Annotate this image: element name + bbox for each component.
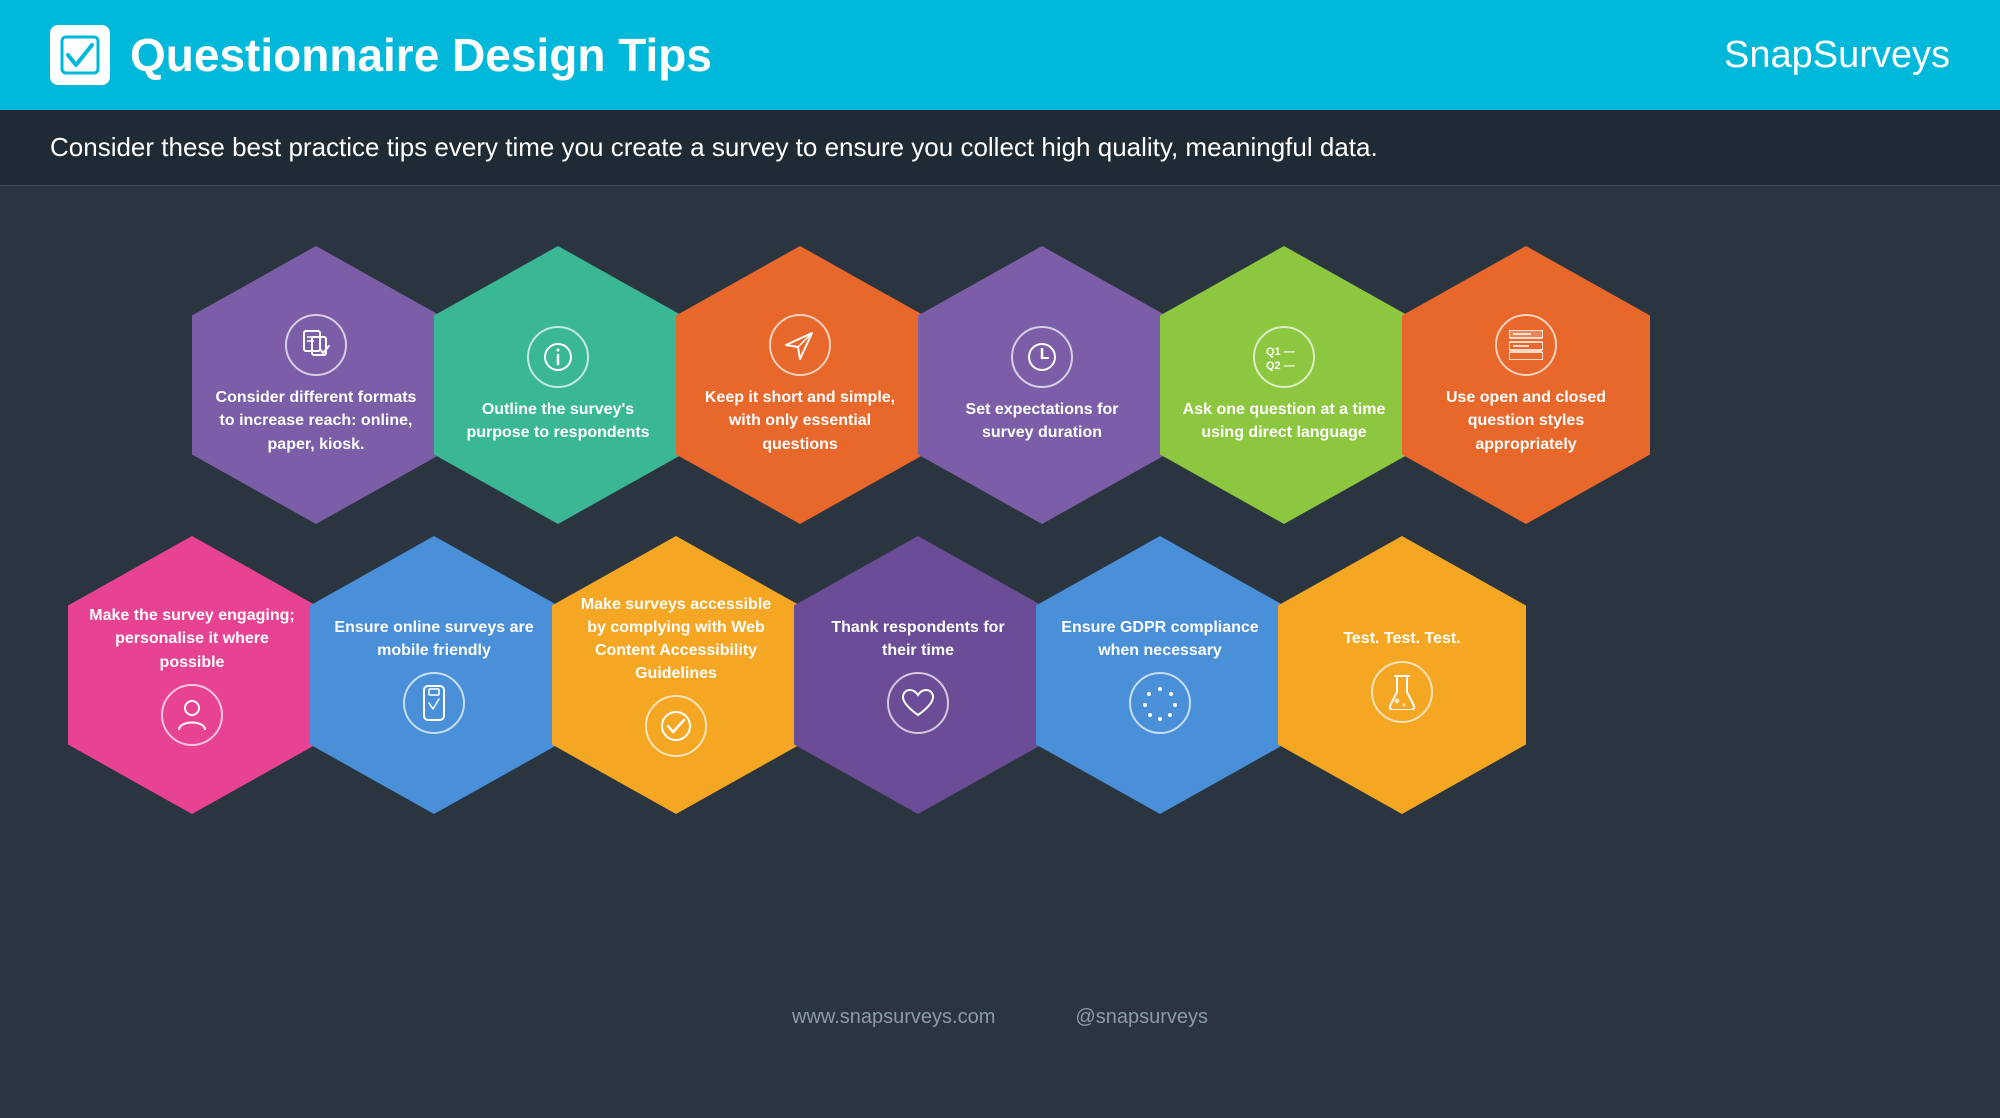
mobile-icon [403, 672, 465, 734]
footer-website: www.snapsurveys.com [792, 1006, 995, 1029]
tip-accessibility: Make surveys accessible by complying wit… [552, 536, 800, 814]
tip-keep-short: Keep it short and simple, with only esse… [676, 246, 924, 524]
flask-icon [1371, 661, 1433, 723]
svg-text:Q1 —: Q1 — [1266, 346, 1295, 358]
person-icon [161, 684, 223, 746]
header: Questionnaire Design Tips SnapSurveys [0, 0, 2000, 110]
tip-consider-formats: Consider different formats to increase r… [192, 246, 440, 524]
footer-twitter: @snapsurveys [1075, 1006, 1208, 1029]
subtitle-text: Consider these best practice tips every … [50, 132, 1950, 163]
tip9-text: Make surveys accessible by complying wit… [572, 593, 780, 686]
tip4-text: Set expectations for survey duration [938, 398, 1146, 444]
check-circle-icon [645, 695, 707, 757]
forms-icon [285, 314, 347, 376]
tip-one-question: Q1 — Q2 — Ask one question at a time usi… [1160, 246, 1408, 524]
tip7-text: Make the survey engaging; personalise it… [88, 604, 296, 674]
tip1-text: Consider different formats to increase r… [212, 386, 420, 456]
header-left: Questionnaire Design Tips [50, 25, 712, 85]
svg-text:Q2 —: Q2 — [1266, 360, 1295, 371]
q1q2-icon: Q1 — Q2 — [1253, 326, 1315, 388]
tip6-text: Use open and closed question styles appr… [1422, 386, 1630, 456]
eu-stars-icon [1129, 672, 1191, 734]
tip-test: Test. Test. Test. [1278, 536, 1526, 814]
tip12-text: Test. Test. Test. [1343, 627, 1460, 650]
hex-layout: Consider different formats to increase r… [40, 226, 1960, 986]
brand-snap: Snap [1724, 34, 1813, 76]
send-icon [769, 314, 831, 376]
main-content: Consider different formats to increase r… [0, 186, 2000, 1060]
tip-outline-purpose: Outline the survey's purpose to responde… [434, 246, 682, 524]
info-icon [527, 326, 589, 388]
tip-gdpr: Ensure GDPR compliance when necessary [1036, 536, 1284, 814]
brand-surveys: Surveys [1813, 34, 1950, 76]
tip8-text: Ensure online surveys are mobile friendl… [330, 616, 538, 662]
tip2-text: Outline the survey's purpose to responde… [454, 398, 662, 444]
list-icon [1495, 314, 1557, 376]
subtitle-bar: Consider these best practice tips every … [0, 110, 2000, 186]
header-checkbox-icon [50, 25, 110, 85]
tip11-text: Ensure GDPR compliance when necessary [1056, 616, 1264, 662]
tip-open-closed: Use open and closed question styles appr… [1402, 246, 1650, 524]
tip10-text: Thank respondents for their time [814, 616, 1022, 662]
tip5-text: Ask one question at a time using direct … [1180, 398, 1388, 444]
clock-icon [1011, 326, 1073, 388]
page-title: Questionnaire Design Tips [130, 28, 712, 82]
tip-engaging: Make the survey engaging; personalise it… [68, 536, 316, 814]
tip-set-expectations: Set expectations for survey duration [918, 246, 1166, 524]
tip-thank: Thank respondents for their time [794, 536, 1042, 814]
heart-icon [887, 672, 949, 734]
footer: www.snapsurveys.com @snapsurveys [40, 986, 1960, 1049]
tip3-text: Keep it short and simple, with only esse… [696, 386, 904, 456]
brand-logo: SnapSurveys [1724, 34, 1950, 77]
tip-mobile: Ensure online surveys are mobile friendl… [310, 536, 558, 814]
